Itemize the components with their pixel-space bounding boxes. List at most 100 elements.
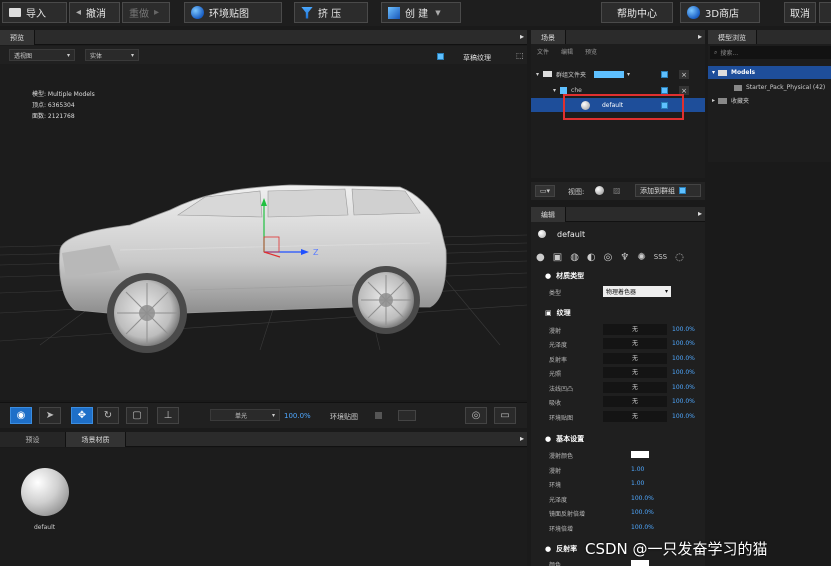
flat-view-icon[interactable]: ▨ bbox=[613, 186, 621, 195]
light-icon[interactable]: ✺ bbox=[637, 252, 645, 263]
env-map-checkbox[interactable] bbox=[375, 412, 382, 419]
redo-button[interactable]: 重做 ▸ bbox=[122, 2, 170, 23]
texture-slot[interactable]: 无 bbox=[603, 411, 667, 422]
env-map-button[interactable]: 环境贴图 bbox=[184, 2, 282, 23]
model-tree-pack[interactable]: Starter_Pack_Physical (42) bbox=[708, 81, 831, 94]
import-button[interactable]: 导入 bbox=[2, 2, 67, 23]
select-tool-icon[interactable]: ➤ bbox=[39, 407, 61, 424]
texture-row: 吸收 无 100.0% bbox=[549, 396, 695, 407]
scene-menu-preview[interactable]: 预览 bbox=[585, 47, 597, 56]
glass-icon[interactable]: ♆ bbox=[620, 252, 629, 263]
reflect-color-swatch[interactable] bbox=[631, 560, 649, 566]
collapse-arrow-icon[interactable]: ▾ bbox=[712, 69, 715, 76]
model-search[interactable]: ⌕ 搜索... bbox=[710, 46, 831, 59]
texture-slot[interactable]: 无 bbox=[603, 324, 667, 335]
shading-icon[interactable]: ◍ bbox=[570, 252, 579, 263]
chevron-down-icon[interactable]: ▾ bbox=[627, 71, 630, 78]
collapse-arrow-icon[interactable]: ▾ bbox=[553, 87, 556, 94]
target-icon[interactable]: ◎ bbox=[465, 407, 487, 424]
texture-slot[interactable]: 无 bbox=[603, 353, 667, 364]
tab-edit[interactable]: 编辑 bbox=[531, 207, 566, 222]
visibility-checkbox[interactable] bbox=[661, 87, 668, 94]
view-mode-select[interactable]: 透视图 ▾ bbox=[9, 49, 75, 61]
texture-row: 反射率 无 100.0% bbox=[549, 353, 695, 364]
section-texture[interactable]: ▣ 纹理 bbox=[531, 306, 705, 320]
basic-value[interactable]: 100.0% bbox=[631, 509, 654, 516]
diffuse-color-swatch[interactable] bbox=[631, 451, 649, 458]
material-type-icon[interactable]: ● bbox=[536, 252, 545, 263]
texture-strength[interactable]: 100.0% bbox=[672, 355, 695, 362]
visibility-checkbox[interactable] bbox=[661, 71, 668, 78]
toolbar-overflow[interactable] bbox=[819, 2, 831, 23]
screenshot-icon[interactable]: ▭ bbox=[494, 407, 516, 424]
scale-tool-icon[interactable]: ▢ bbox=[126, 407, 148, 424]
texture-strength[interactable]: 100.0% bbox=[672, 413, 695, 420]
cancel-button[interactable]: 取消 bbox=[784, 2, 816, 23]
create-button[interactable]: 创 建 ▼ bbox=[381, 2, 461, 23]
bump-icon[interactable]: ◐ bbox=[587, 252, 596, 263]
collapse-arrow-icon[interactable]: ▾ bbox=[536, 71, 539, 78]
texture-slot[interactable]: 无 bbox=[603, 382, 667, 393]
texture-strength[interactable]: 100.0% bbox=[672, 384, 695, 391]
undo-button[interactable]: ◂ 撤消 bbox=[69, 2, 120, 23]
shading-select[interactable]: 实体 ▾ bbox=[85, 49, 139, 61]
material-type-select[interactable]: 物理着色器 ▾ bbox=[603, 286, 671, 297]
sphere-view-icon[interactable] bbox=[595, 186, 604, 195]
model-info: 模型: Multiple Models bbox=[32, 91, 95, 98]
snap-tool-icon[interactable]: ⊥ bbox=[157, 407, 179, 424]
3d-store-button[interactable]: 3D商店 bbox=[680, 2, 760, 23]
expand-arrow-icon[interactable]: ▸ bbox=[712, 97, 715, 104]
section-basic-settings[interactable]: ● 基本设置 bbox=[531, 432, 705, 446]
tab-preview[interactable]: 预览 bbox=[0, 30, 35, 45]
rotate-tool-icon[interactable]: ↻ bbox=[97, 407, 119, 424]
help-center-button[interactable]: 帮助中心 bbox=[601, 2, 673, 23]
scene-menu-edit[interactable]: 编辑 bbox=[561, 47, 573, 56]
texture-strength[interactable]: 100.0% bbox=[672, 326, 695, 333]
sss-icon[interactable]: SSS bbox=[654, 253, 667, 261]
sketch-texture-checkbox[interactable] bbox=[437, 53, 444, 60]
scene-bottom-bar: ▭▾ 视图: ▨ 添加到群组 bbox=[531, 182, 705, 200]
panel-menu-icon[interactable]: ▸ bbox=[520, 434, 524, 443]
texture-slot[interactable]: 无 bbox=[603, 338, 667, 349]
model-tree-root[interactable]: ▾ Models bbox=[708, 66, 831, 79]
texture-slot[interactable]: 无 bbox=[603, 396, 667, 407]
face-count: 面数: 2121768 bbox=[32, 113, 75, 120]
tab-presets[interactable]: 预设 bbox=[0, 432, 66, 447]
texture-strength[interactable]: 100.0% bbox=[672, 398, 695, 405]
move-tool-icon[interactable]: ✥ bbox=[71, 407, 93, 424]
texture-slot[interactable]: 无 bbox=[603, 367, 667, 378]
more-icon[interactable]: ◌ bbox=[675, 252, 684, 263]
3d-viewport[interactable]: Z bbox=[0, 45, 527, 400]
basic-value[interactable]: 1.00 bbox=[631, 466, 644, 473]
texture-strength[interactable]: 100.0% bbox=[672, 369, 695, 376]
section-material-type[interactable]: ● 材质类型 bbox=[531, 269, 705, 283]
extrude-button[interactable]: 挤 压 bbox=[294, 2, 368, 23]
panel-menu-icon[interactable]: ▸ bbox=[698, 32, 702, 41]
basic-value[interactable]: 100.0% bbox=[631, 495, 654, 502]
basic-value[interactable]: 100.0% bbox=[631, 524, 654, 531]
close-icon[interactable]: × bbox=[679, 70, 689, 79]
scene-menu-file[interactable]: 文件 bbox=[537, 47, 549, 56]
model-tree-favorites[interactable]: ▸ 收藏夹 bbox=[708, 94, 831, 107]
panel-menu-icon[interactable]: ▸ bbox=[698, 209, 702, 218]
camera-tool-icon[interactable]: ◉ bbox=[10, 407, 32, 424]
folder-menu-icon[interactable]: ▭▾ bbox=[535, 185, 555, 197]
material-thumbnail[interactable] bbox=[21, 468, 69, 516]
texture-icon[interactable]: ▣ bbox=[553, 252, 562, 263]
texture-strength[interactable]: 100.0% bbox=[672, 340, 695, 347]
light-mode-select[interactable]: 单光 ▾ bbox=[210, 409, 280, 421]
tab-scene[interactable]: 场景 bbox=[531, 30, 566, 45]
group-color-tag[interactable] bbox=[594, 70, 625, 78]
tree-row-group-folder[interactable]: ▾ 群组文件夹 ▾ × bbox=[531, 67, 705, 81]
panel-menu-icon[interactable]: ▸ bbox=[520, 32, 524, 41]
light-intensity[interactable]: 100.0% bbox=[284, 412, 311, 420]
opacity-icon[interactable]: ◎ bbox=[604, 252, 613, 263]
tab-scene-materials[interactable]: 场景材质 bbox=[66, 432, 126, 447]
expand-icon[interactable]: ⬚ bbox=[516, 51, 524, 60]
watermark: CSDN @一只发奋学习的猫 bbox=[585, 540, 768, 558]
tab-model-browser[interactable]: 模型浏览 bbox=[708, 30, 757, 45]
collapse-icon: ● bbox=[545, 545, 552, 553]
add-to-group-button[interactable]: 添加到群组 bbox=[635, 184, 701, 197]
env-map-color-swatch[interactable] bbox=[398, 410, 416, 421]
basic-value[interactable]: 1.00 bbox=[631, 480, 644, 487]
